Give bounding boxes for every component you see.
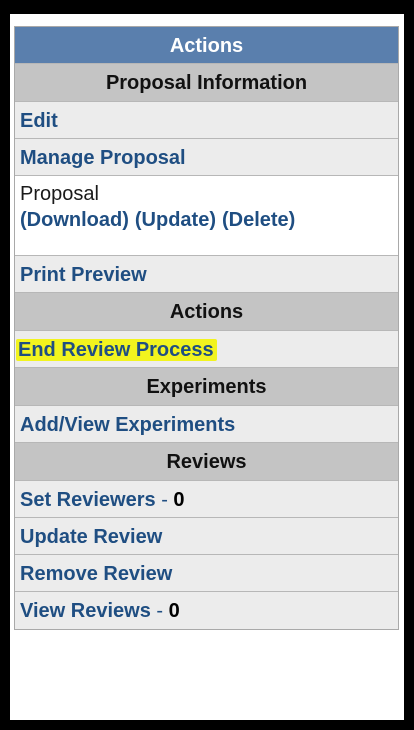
manage-proposal-row: Manage Proposal — [15, 139, 398, 176]
set-reviewers-link[interactable]: Set Reviewers — [20, 489, 156, 511]
print-preview-link[interactable]: Print Preview — [20, 264, 147, 286]
remove-review-link[interactable]: Remove Review — [20, 563, 172, 585]
separator: - — [150, 600, 169, 622]
section-title: Reviews — [166, 451, 247, 473]
proposal-file-actions: (Download) (Update) (Delete) — [20, 207, 398, 233]
view-reviews-link[interactable]: View Reviews — [20, 600, 151, 622]
delete-link[interactable]: (Delete) — [222, 209, 295, 231]
view-reviews-row: View Reviews - 0 — [15, 592, 398, 629]
manage-proposal-link[interactable]: Manage Proposal — [20, 147, 186, 169]
update-review-row: Update Review — [15, 518, 398, 555]
panel-header: Actions — [15, 27, 398, 64]
add-view-experiments-link[interactable]: Add/View Experiments — [20, 414, 235, 436]
proposal-label: Proposal — [20, 183, 99, 205]
section-header-proposal-information: Proposal Information — [15, 64, 398, 102]
add-view-experiments-row: Add/View Experiments — [15, 406, 398, 443]
update-link[interactable]: (Update) — [135, 209, 216, 231]
set-reviewers-row: Set Reviewers - 0 — [15, 481, 398, 518]
download-link[interactable]: (Download) — [20, 209, 129, 231]
section-header-experiments: Experiments — [15, 368, 398, 406]
section-header-actions: Actions — [15, 293, 398, 331]
section-title: Actions — [169, 301, 244, 323]
print-preview-row: Print Preview — [15, 256, 398, 293]
remove-review-row: Remove Review — [15, 555, 398, 592]
panel-title: Actions — [169, 35, 244, 57]
separator: - — [155, 489, 174, 511]
actions-panel: Actions Proposal Information Edit Manage… — [14, 26, 399, 630]
section-title: Proposal Information — [105, 72, 308, 94]
update-review-link[interactable]: Update Review — [20, 526, 162, 548]
end-review-process-row: End Review Process — [15, 331, 398, 368]
end-review-process-link[interactable]: End Review Process — [16, 339, 217, 361]
section-header-reviews: Reviews — [15, 443, 398, 481]
edit-row: Edit — [15, 102, 398, 139]
section-title: Experiments — [146, 376, 267, 398]
proposal-file-row: Proposal (Download) (Update) (Delete) — [15, 176, 398, 256]
reviews-count: 0 — [168, 600, 180, 622]
edit-link[interactable]: Edit — [20, 110, 58, 132]
reviewers-count: 0 — [173, 489, 185, 511]
